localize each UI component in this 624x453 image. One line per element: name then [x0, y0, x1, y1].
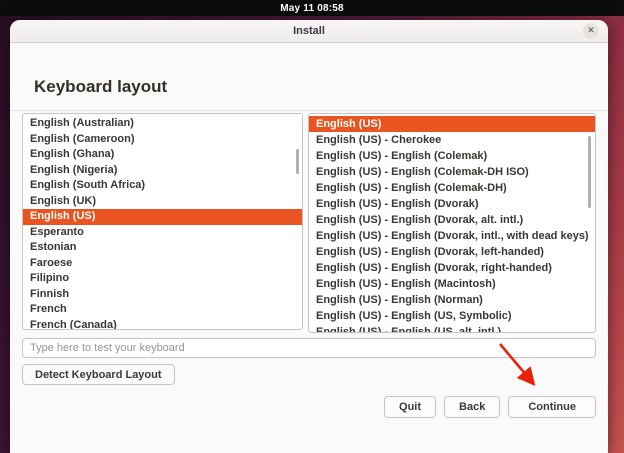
page-title: Keyboard layout: [34, 77, 167, 97]
quit-button[interactable]: Quit: [384, 396, 436, 418]
keyboard-layout-list[interactable]: English (Australian)English (Cameroon)En…: [22, 113, 303, 330]
install-window: Install ✕ Keyboard layout Choose your ke…: [10, 20, 608, 453]
list-item[interactable]: English (US) - English (Colemak): [309, 148, 595, 164]
list-item[interactable]: English (US) - English (US, alt. intl.): [309, 324, 595, 333]
list-item[interactable]: English (US) - English (Dvorak, intl., w…: [309, 228, 595, 244]
list-item[interactable]: English (US) - English (Colemak-DH): [309, 180, 595, 196]
list-item[interactable]: English (US) - English (Norman): [309, 292, 595, 308]
close-icon[interactable]: ✕: [583, 23, 599, 39]
header-divider: [10, 110, 608, 111]
footer-buttons: Quit Back Continue: [384, 396, 596, 418]
left-list-scrollbar[interactable]: [296, 149, 299, 174]
list-item[interactable]: English (US) - Cherokee: [309, 132, 595, 148]
clock-label: May 11 08:58: [280, 3, 344, 14]
list-item[interactable]: English (US): [309, 116, 595, 132]
list-item[interactable]: English (US) - English (Colemak-DH ISO): [309, 164, 595, 180]
list-item[interactable]: Estonian: [23, 240, 302, 256]
window-title: Install: [293, 25, 325, 37]
list-item[interactable]: English (Australian): [23, 116, 302, 132]
back-button[interactable]: Back: [444, 396, 500, 418]
list-item[interactable]: Faroese: [23, 256, 302, 272]
list-item[interactable]: English (US) - English (Dvorak): [309, 196, 595, 212]
right-list-scrollbar[interactable]: [588, 136, 591, 208]
list-item[interactable]: English (South Africa): [23, 178, 302, 194]
detect-keyboard-layout-button[interactable]: Detect Keyboard Layout: [22, 364, 175, 385]
list-item[interactable]: English (UK): [23, 194, 302, 210]
list-item[interactable]: English (US) - English (Macintosh): [309, 276, 595, 292]
list-item[interactable]: Filipino: [23, 271, 302, 287]
list-item[interactable]: English (Ghana): [23, 147, 302, 163]
list-item[interactable]: English (US): [23, 209, 302, 225]
window-titlebar[interactable]: Install ✕: [10, 20, 608, 43]
list-item[interactable]: English (Nigeria): [23, 163, 302, 179]
continue-button[interactable]: Continue: [508, 396, 596, 418]
keyboard-variant-list[interactable]: English (US)English (US) - CherokeeEngli…: [308, 113, 596, 333]
list-item[interactable]: English (US) - English (Dvorak, left-han…: [309, 244, 595, 260]
list-item[interactable]: English (US) - English (US, Symbolic): [309, 308, 595, 324]
list-item[interactable]: English (US) - English (Dvorak, alt. int…: [309, 212, 595, 228]
desktop: May 11 08:58 Install ✕ Keyboard layout C…: [0, 0, 624, 453]
list-item[interactable]: English (US) - English (Dvorak, right-ha…: [309, 260, 595, 276]
list-item[interactable]: Esperanto: [23, 225, 302, 241]
list-item[interactable]: French (Canada): [23, 318, 302, 331]
list-item[interactable]: Finnish: [23, 287, 302, 303]
list-item[interactable]: English (Cameroon): [23, 132, 302, 148]
keyboard-test-input[interactable]: [22, 338, 596, 358]
system-top-bar[interactable]: May 11 08:58: [0, 0, 624, 16]
list-item[interactable]: French: [23, 302, 302, 318]
